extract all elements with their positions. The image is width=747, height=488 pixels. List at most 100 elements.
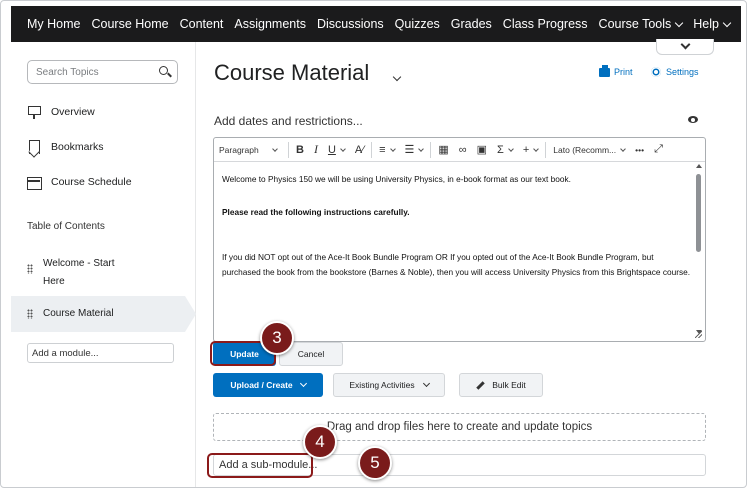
toc-item-label-line2: Here	[43, 276, 65, 287]
nav-course-tools-label: Course Tools	[598, 17, 672, 31]
file-dropzone[interactable]: Drag and drop files here to create and u…	[213, 413, 706, 441]
resize-handle-icon[interactable]	[695, 331, 702, 338]
underline-icon[interactable]: U	[323, 138, 350, 162]
app-window: My Home Course Home Content Assignments …	[0, 0, 747, 488]
content-paragraph: Welcome to Physics 150 we will be using …	[222, 174, 571, 184]
sidebar-item-course-schedule[interactable]: Course Schedule	[27, 175, 132, 190]
list-icon[interactable]: ☰	[400, 138, 429, 162]
bulk-edit-label: Bulk Edit	[492, 380, 526, 390]
sidebar-item-label: Overview	[51, 106, 95, 118]
bulk-edit-button[interactable]: Bulk Edit	[459, 373, 543, 397]
nav-help[interactable]: Help	[693, 17, 732, 31]
content-paragraph: Please read the following instructions c…	[222, 207, 410, 217]
link-icon[interactable]: ∞	[454, 138, 472, 162]
drag-handle-icon[interactable]	[27, 309, 33, 319]
nav-discussions[interactable]: Discussions	[317, 17, 384, 31]
print-link[interactable]: Print	[599, 64, 633, 77]
callout-badge: 4	[303, 425, 337, 459]
callout-badge: 3	[260, 321, 294, 355]
toc-item-course-material[interactable]: Course Material	[27, 308, 114, 319]
chevron-down-icon	[508, 145, 514, 152]
nav-help-label: Help	[693, 17, 719, 31]
chevron-down-icon	[422, 379, 430, 388]
image-icon[interactable]: ▣	[472, 138, 492, 162]
chevron-down-icon	[722, 18, 732, 27]
settings-label: Settings	[666, 67, 699, 77]
calendar-icon	[27, 175, 42, 190]
visibility-eye-icon[interactable]	[688, 116, 698, 123]
toc-item-label: Course Material	[43, 308, 114, 319]
align-icon[interactable]: ≡	[374, 138, 399, 162]
main-content: Course Material Print Settings Add dates…	[197, 42, 746, 487]
nav-course-home[interactable]: Course Home	[91, 17, 168, 31]
chevron-down-icon	[533, 145, 540, 152]
toc-item-label-line1: Welcome - Start	[43, 258, 115, 269]
nav-course-tools[interactable]: Course Tools	[598, 17, 684, 31]
sidebar-item-label: Course Schedule	[51, 176, 132, 188]
font-family-select[interactable]: Lato (Recomm...	[548, 138, 630, 162]
nav-quizzes[interactable]: Quizzes	[395, 17, 440, 31]
font-family-label: Lato (Recomm...	[553, 144, 617, 155]
toc-item-welcome[interactable]: Welcome - Start Here	[27, 255, 157, 291]
nav-class-progress[interactable]: Class Progress	[503, 17, 588, 31]
existing-activities-label: Existing Activities	[349, 380, 415, 390]
chevron-down-icon	[675, 18, 684, 27]
upload-create-label: Upload / Create	[230, 380, 293, 390]
existing-activities-button[interactable]: Existing Activities	[333, 373, 445, 397]
gear-icon	[651, 67, 661, 77]
nav-assignments[interactable]: Assignments	[234, 17, 306, 31]
search-topics-input[interactable]	[36, 65, 151, 80]
toolbar-divider	[288, 141, 289, 158]
italic-icon[interactable]: I	[309, 138, 323, 162]
insert-stuff-icon[interactable]: ▦	[433, 138, 453, 162]
search-topics-box	[27, 60, 178, 84]
title-menu-chevron-icon[interactable]	[392, 72, 402, 82]
rich-text-editor: Paragraph B I U A⁄ ≡ ☰ ▦ ∞ ▣ Σ + Lato (R…	[213, 137, 706, 342]
chevron-down-icon	[340, 145, 346, 152]
toolbar-divider	[545, 141, 547, 158]
bookmark-icon	[27, 140, 41, 154]
page-title: Course Material	[214, 60, 370, 85]
editor-scrollbar[interactable]	[696, 164, 702, 334]
paragraph-style-label: Paragraph	[219, 144, 259, 155]
nav-grades[interactable]: Grades	[451, 17, 492, 31]
settings-link[interactable]: Settings	[651, 67, 699, 77]
toc-heading: Table of Contents	[27, 221, 105, 232]
print-label: Print	[614, 67, 633, 77]
sidebar: Overview Bookmarks Course Schedule Table…	[11, 42, 196, 487]
scrollbar-thumb[interactable]	[696, 174, 701, 252]
chevron-down-icon	[389, 145, 396, 152]
chevron-down-icon	[299, 379, 307, 388]
upload-create-button[interactable]: Upload / Create	[213, 373, 323, 397]
fullscreen-icon[interactable]: ⤢	[649, 138, 668, 162]
nav-my-home[interactable]: My Home	[27, 17, 80, 31]
callout-badge: 5	[358, 446, 392, 480]
bold-icon[interactable]: B	[291, 138, 309, 162]
add-dates-restrictions-link[interactable]: Add dates and restrictions...	[214, 114, 363, 128]
content-paragraph: If you did NOT opt out of the Ace-It Boo…	[222, 252, 691, 277]
sidebar-item-bookmarks[interactable]: Bookmarks	[27, 140, 104, 154]
sidebar-item-label: Bookmarks	[51, 141, 104, 153]
toolbar-divider	[430, 141, 432, 158]
equation-icon[interactable]: Σ	[492, 138, 518, 162]
editor-toolbar: Paragraph B I U A⁄ ≡ ☰ ▦ ∞ ▣ Σ + Lato (R…	[214, 138, 705, 162]
editor-content[interactable]: Welcome to Physics 150 we will be using …	[222, 172, 692, 280]
submodule-highlight-box	[207, 453, 313, 478]
sidebar-item-overview[interactable]: Overview	[27, 105, 95, 119]
drag-handle-icon[interactable]	[27, 264, 33, 274]
printer-icon	[599, 64, 610, 77]
nav-content[interactable]: Content	[180, 17, 224, 31]
chevron-down-icon	[418, 145, 425, 152]
scroll-up-arrow-icon[interactable]	[696, 164, 702, 168]
insert-plus-icon[interactable]: +	[518, 138, 543, 162]
text-format-icon[interactable]: A⁄	[350, 138, 369, 162]
overview-icon	[27, 105, 41, 119]
more-options-icon[interactable]: •••	[630, 138, 649, 162]
chevron-down-icon	[620, 145, 626, 152]
pencil-icon	[476, 380, 485, 390]
toolbar-divider	[371, 141, 373, 158]
paragraph-style-select[interactable]: Paragraph	[214, 138, 286, 162]
chevron-down-icon	[271, 145, 278, 152]
add-module-input[interactable]: Add a module...	[27, 343, 174, 363]
search-icon[interactable]	[159, 66, 168, 75]
